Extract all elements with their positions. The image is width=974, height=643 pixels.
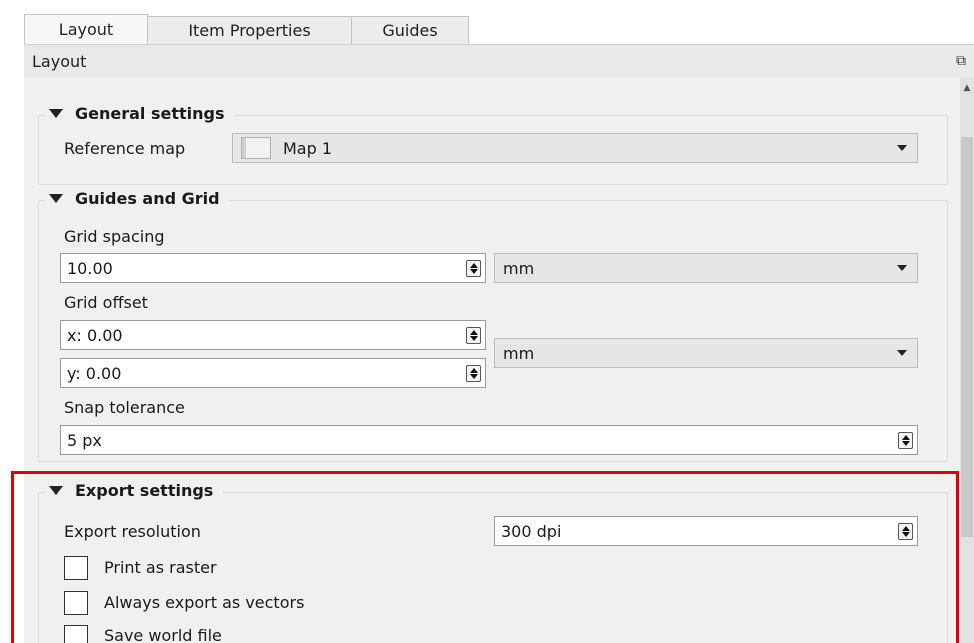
tab-bar: Layout Item Properties Guides: [24, 14, 469, 44]
grid-spacing-input[interactable]: 10.00: [60, 253, 486, 283]
collapse-triangle-icon: [49, 109, 63, 118]
dock-title: Layout: [32, 51, 87, 71]
snap-tolerance-label: Snap tolerance: [64, 398, 185, 417]
scroll-up-icon[interactable]: ▲: [960, 83, 974, 93]
scroll-thumb[interactable]: [961, 137, 973, 537]
grid-offset-x-value: x: 0.00: [67, 325, 123, 345]
chevron-down-icon: [897, 145, 907, 151]
map-icon: [241, 137, 271, 159]
general-settings-header[interactable]: General settings: [45, 104, 235, 123]
grid-spacing-value: 10.00: [67, 258, 113, 278]
guides-grid-header[interactable]: Guides and Grid: [45, 189, 230, 208]
grid-offset-y-input[interactable]: y: 0.00: [60, 358, 486, 388]
grid-offset-y-value: y: 0.00: [67, 363, 122, 383]
reference-map-label: Reference map: [64, 139, 186, 158]
grid-spacing-unit: mm: [503, 258, 535, 278]
tab-guides[interactable]: Guides: [351, 16, 469, 44]
grid-offset-unit-combo[interactable]: mm: [494, 338, 918, 368]
snap-tolerance-input[interactable]: 5 px: [60, 425, 918, 455]
spinbox-arrows-icon[interactable]: [898, 432, 913, 449]
spinbox-arrows-icon[interactable]: [466, 327, 481, 344]
tab-item-properties[interactable]: Item Properties: [147, 16, 352, 44]
spinbox-arrows-icon[interactable]: [466, 260, 481, 277]
guides-grid-title: Guides and Grid: [75, 189, 220, 208]
collapse-triangle-icon: [49, 194, 63, 203]
grid-spacing-label: Grid spacing: [64, 227, 165, 246]
highlight-box: [11, 471, 959, 643]
float-icon[interactable]: ⧉: [956, 53, 966, 69]
tab-layout[interactable]: Layout: [24, 14, 148, 44]
general-settings-title: General settings: [75, 104, 225, 123]
chevron-down-icon: [897, 265, 907, 271]
vertical-scrollbar[interactable]: ▲: [960, 77, 974, 643]
grid-offset-unit: mm: [503, 343, 535, 363]
grid-offset-label: Grid offset: [64, 293, 148, 312]
reference-map-combo[interactable]: Map 1: [232, 133, 918, 163]
reference-map-value: Map 1: [283, 138, 333, 158]
grid-spacing-unit-combo[interactable]: mm: [494, 253, 918, 283]
snap-tolerance-value: 5 px: [67, 430, 102, 450]
spinbox-arrows-icon[interactable]: [466, 365, 481, 382]
dock-title-bar: Layout ⧉: [24, 45, 974, 77]
grid-offset-x-input[interactable]: x: 0.00: [60, 320, 486, 350]
chevron-down-icon: [897, 350, 907, 356]
